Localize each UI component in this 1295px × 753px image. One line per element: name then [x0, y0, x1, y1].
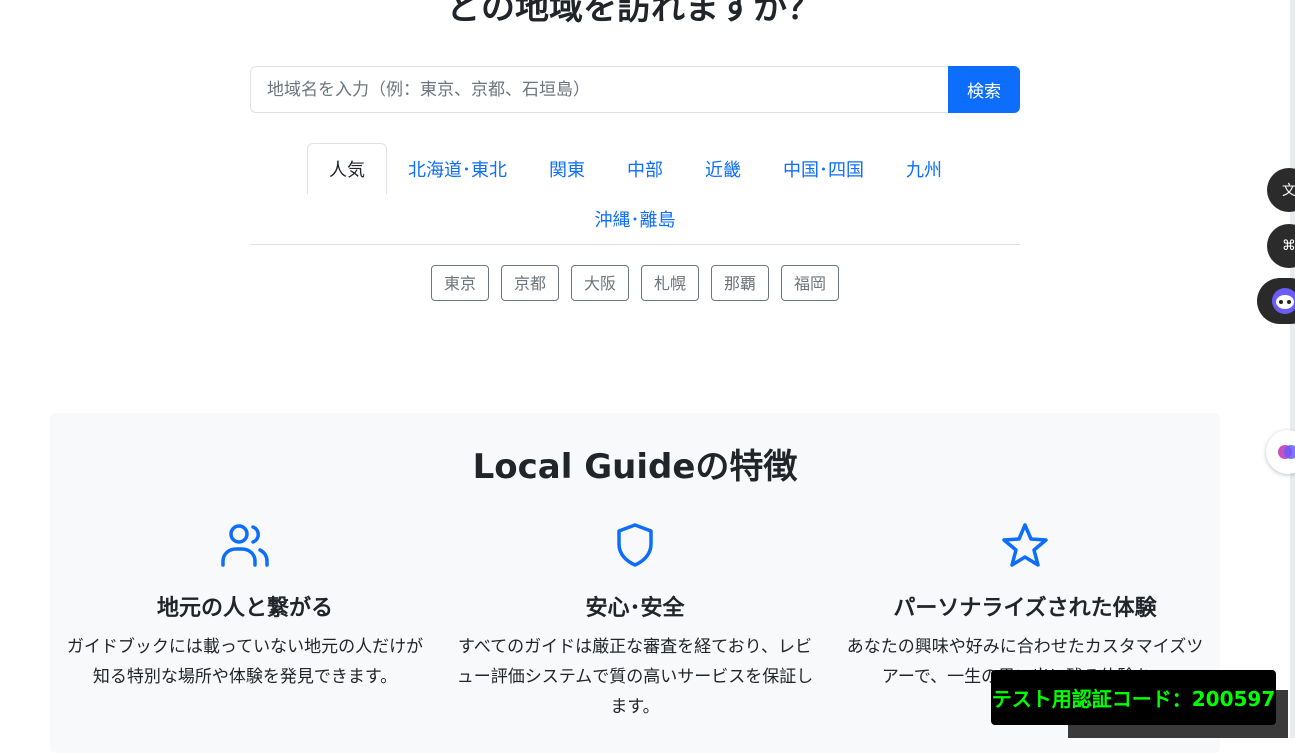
feature-title: 安心･安全 [585, 596, 685, 621]
popular-destinations: 東京 京都 大阪 札幌 那覇 福岡 [0, 265, 1270, 301]
chip-kyoto[interactable]: 京都 [500, 265, 559, 301]
tab-kyushu[interactable]: 九州 [885, 143, 963, 194]
brain-icon [1278, 445, 1295, 459]
apps-button[interactable]: ⌘ [1267, 224, 1295, 268]
translate-button[interactable]: 文 [1267, 168, 1295, 212]
people-icon [221, 524, 269, 567]
apps-icon: ⌘ [1282, 238, 1295, 254]
feature-card-personalized: パーソナライズされた体験 あなたの興味や好みに合わせたカスタマイズツアーで、一生… [830, 520, 1220, 692]
feature-card-connect: 地元の人と繋がる ガイドブックには載っていない地元の人だけが知る特別な場所や体験… [50, 520, 440, 692]
tab-okinawa-islands[interactable]: 沖縄･離島 [574, 206, 697, 232]
search-button[interactable]: 検索 [948, 66, 1020, 113]
feature-title: パーソナライズされた体験 [893, 596, 1157, 621]
feature-card-safety: 安心･安全 すべてのガイドは厳正な審査を経ており、レビュー評価システムで質の高い… [440, 520, 830, 722]
tab-hokkaido-tohoku[interactable]: 北海道･東北 [387, 143, 528, 194]
assistant-button[interactable] [1257, 278, 1295, 324]
feature-description: ガイドブックには載っていない地元の人だけが知る特別な場所や体験を発見できます。 [66, 637, 424, 687]
region-tabs: 人気 北海道･東北 関東 中部 近畿 中国･四国 九州 沖縄･離島 [250, 143, 1020, 244]
shield-icon [617, 523, 653, 567]
translate-icon: 文 [1282, 183, 1295, 199]
tab-chugoku-shikoku[interactable]: 中国･四国 [762, 143, 885, 194]
chip-fukuoka[interactable]: 福岡 [781, 265, 840, 301]
brain-ai-button[interactable] [1266, 430, 1295, 474]
assistant-icon [1272, 288, 1295, 314]
page-title: どの地域を訪れますか？ [447, 0, 821, 28]
tab-kinki[interactable]: 近畿 [684, 143, 762, 194]
tabs-divider [250, 244, 1020, 245]
tab-kanto[interactable]: 関東 [528, 143, 606, 194]
chip-tokyo[interactable]: 東京 [430, 265, 489, 301]
search-bar: 検索 [250, 66, 1020, 113]
chip-osaka[interactable]: 大阪 [570, 265, 629, 301]
feature-description: すべてのガイドは厳正な審査を経ており、レビュー評価システムで質の高いサービスを保… [456, 637, 814, 717]
chip-naha[interactable]: 那覇 [711, 265, 770, 301]
tab-popular[interactable]: 人気 [307, 143, 387, 194]
page-scrollbar[interactable] [1290, 0, 1295, 738]
star-icon [1002, 523, 1048, 567]
test-code-badge: テスト用認証コード：200597 [991, 670, 1276, 725]
feature-title: 地元の人と繋がる [156, 596, 333, 621]
tab-chubu[interactable]: 中部 [606, 143, 684, 194]
chip-sapporo[interactable]: 札幌 [641, 265, 700, 301]
features-title: Local Guideの特徴 [472, 447, 798, 487]
search-input[interactable] [250, 66, 948, 113]
